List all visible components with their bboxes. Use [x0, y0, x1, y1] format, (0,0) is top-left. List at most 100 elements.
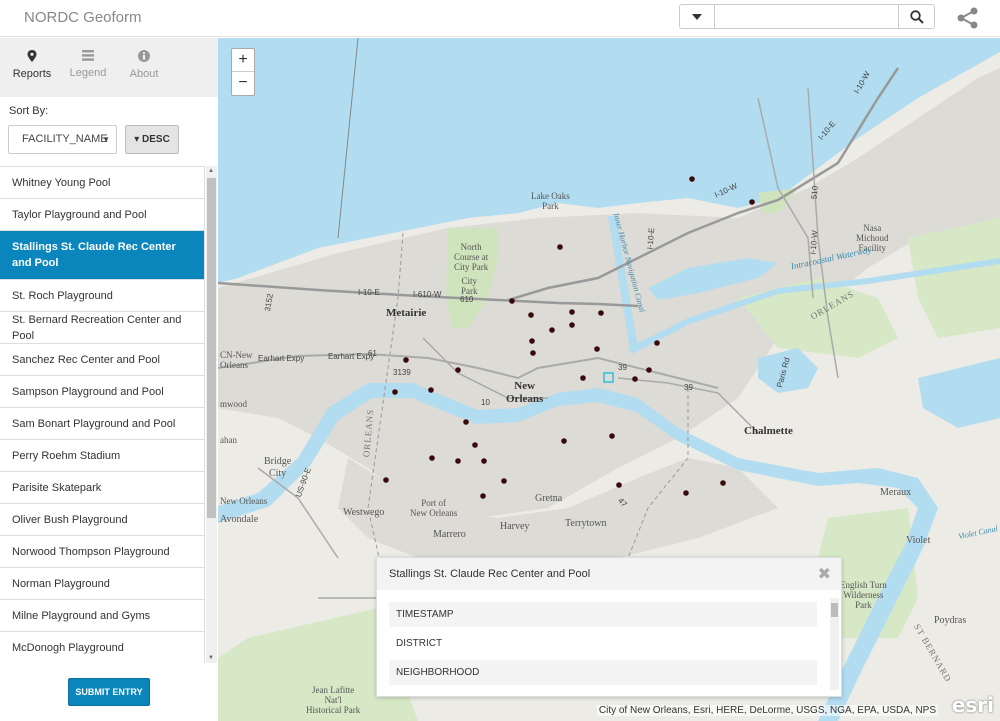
facility-marker[interactable]	[616, 482, 622, 488]
road-label: 39	[618, 363, 627, 372]
facility-marker[interactable]	[580, 375, 586, 381]
tab-about[interactable]: About	[116, 38, 172, 97]
popup-field-row: NEIGHBORHOOD	[389, 660, 817, 685]
facility-list-item[interactable]: Taylor Playground and Pool	[0, 199, 205, 231]
facility-list-item[interactable]: Sampson Playground and Pool	[0, 376, 205, 408]
facility-list-item[interactable]: Norwood Thompson Playground	[0, 536, 205, 568]
facility-marker[interactable]	[509, 298, 515, 304]
facility-marker[interactable]	[392, 389, 398, 395]
search-input[interactable]	[715, 5, 898, 28]
facility-marker[interactable]	[383, 477, 389, 483]
facility-marker[interactable]	[569, 309, 575, 315]
zoom-control: + −	[231, 48, 255, 96]
scroll-down-icon[interactable]: ▼	[208, 655, 214, 661]
facility-list-item[interactable]: Sam Bonart Playground and Pool	[0, 408, 205, 440]
search-source-dropdown[interactable]	[680, 5, 715, 28]
scroll-thumb[interactable]	[831, 603, 838, 617]
facility-list-item[interactable]: McDonogh Playground	[0, 632, 205, 663]
road-label: 510	[809, 185, 820, 200]
facility-list-item[interactable]: Parisite Skatepark	[0, 472, 205, 504]
facility-marker[interactable]	[501, 478, 507, 484]
scroll-thumb[interactable]	[207, 178, 216, 518]
facility-marker[interactable]	[720, 480, 726, 486]
road-label: 39	[684, 383, 693, 392]
esri-logo: esri	[951, 693, 994, 717]
tab-label: Reports	[12, 68, 52, 80]
submit-entry-button[interactable]: SUBMIT ENTRY	[68, 678, 150, 706]
facility-marker[interactable]	[749, 199, 755, 205]
facility-list-item[interactable]: Sanchez Rec Center and Pool	[0, 344, 205, 376]
facility-marker[interactable]	[646, 367, 652, 373]
map-pin-icon	[27, 50, 37, 62]
map-label-bridge-city: Bridge City	[264, 456, 292, 479]
facility-marker[interactable]	[561, 438, 567, 444]
map-label-marrero: Marrero	[433, 529, 466, 540]
app-header: NORDC Geoform	[0, 0, 1000, 37]
tab-label: About	[129, 68, 159, 80]
map-label-port-of-new-orleans: Port of New Orleans	[410, 498, 458, 518]
map-label-violet: Violet	[906, 535, 931, 546]
facility-marker[interactable]	[689, 176, 695, 182]
facility-marker[interactable]	[455, 367, 461, 373]
facility-marker[interactable]	[481, 458, 487, 464]
map-label-cn-new-orleans: CN-New Orleans	[220, 350, 253, 370]
facility-list-scrollbar[interactable]: ▲ ▼	[206, 166, 217, 663]
caret-down-icon	[692, 13, 702, 20]
facility-marker[interactable]	[530, 350, 536, 356]
tab-reports[interactable]: Reports	[4, 38, 60, 97]
scroll-up-icon[interactable]: ▲	[208, 168, 214, 174]
road-label: 610	[460, 295, 474, 304]
road-label: 10	[481, 398, 490, 407]
sort-order-button[interactable]: ▾ DESC	[125, 125, 179, 154]
facility-marker[interactable]	[549, 327, 555, 333]
road-label: I-10-E	[645, 227, 657, 250]
map-label-harvey: Harvey	[500, 521, 530, 532]
facility-marker[interactable]	[557, 244, 563, 250]
map-label-north-course: North Course at City Park	[454, 242, 489, 272]
facility-marker[interactable]	[463, 419, 469, 425]
facility-marker[interactable]	[455, 458, 461, 464]
facility-marker[interactable]	[594, 346, 600, 352]
sort-field-select[interactable]: FACILITY_NAME ▼	[8, 125, 117, 154]
share-button[interactable]	[956, 6, 980, 30]
popup-scrollbar[interactable]	[830, 598, 839, 690]
map-label-metairie: Metairie	[386, 307, 427, 319]
sort-by-label: Sort By:	[9, 105, 49, 117]
facility-marker[interactable]	[598, 310, 604, 316]
tab-legend[interactable]: Legend	[60, 38, 116, 97]
map-label-meraux: Meraux	[880, 487, 912, 498]
facility-marker[interactable]	[428, 387, 434, 393]
feature-popup: Stallings St. Claude Rec Center and Pool…	[376, 557, 842, 697]
facility-marker[interactable]	[609, 433, 615, 439]
facility-list-item[interactable]: Milne Playground and Gyms	[0, 600, 205, 632]
zoom-in-button[interactable]: +	[232, 49, 254, 72]
map-attribution: City of New Orleans, Esri, HERE, DeLorme…	[596, 705, 938, 716]
facility-list-item[interactable]: Perry Roehm Stadium	[0, 440, 205, 472]
search-box	[679, 4, 935, 29]
sidebar-tabs: Reports Legend About	[0, 38, 218, 97]
search-icon	[909, 9, 924, 24]
facility-marker[interactable]	[632, 376, 638, 382]
popup-fields: TIMESTAMP DISTRICT NEIGHBORHOOD	[389, 602, 817, 697]
facility-marker[interactable]	[569, 322, 575, 328]
facility-marker[interactable]	[654, 340, 660, 346]
zoom-out-button[interactable]: −	[232, 72, 254, 95]
facility-marker[interactable]	[683, 490, 689, 496]
facility-list-item[interactable]: St. Bernard Recreation Center and Pool	[0, 312, 205, 344]
search-button[interactable]	[898, 5, 934, 28]
facility-list-item[interactable]: Stallings St. Claude Rec Center and Pool	[0, 231, 205, 280]
map-label-city-park: City Park	[461, 276, 478, 296]
facility-marker[interactable]	[403, 357, 409, 363]
facility-marker[interactable]	[528, 312, 534, 318]
map-label-poydras: Poydras	[934, 615, 967, 626]
sort-field-value: FACILITY_NAME	[22, 133, 108, 145]
close-icon[interactable]: ✖	[818, 564, 831, 584]
facility-list-item[interactable]: Oliver Bush Playground	[0, 504, 205, 536]
facility-marker[interactable]	[529, 338, 535, 344]
facility-list-item[interactable]: Whitney Young Pool	[0, 167, 205, 199]
facility-marker[interactable]	[472, 442, 478, 448]
facility-list-item[interactable]: St. Roch Playground	[0, 280, 205, 312]
facility-marker[interactable]	[480, 493, 486, 499]
facility-list-item[interactable]: Norman Playground	[0, 568, 205, 600]
facility-marker[interactable]	[429, 455, 435, 461]
